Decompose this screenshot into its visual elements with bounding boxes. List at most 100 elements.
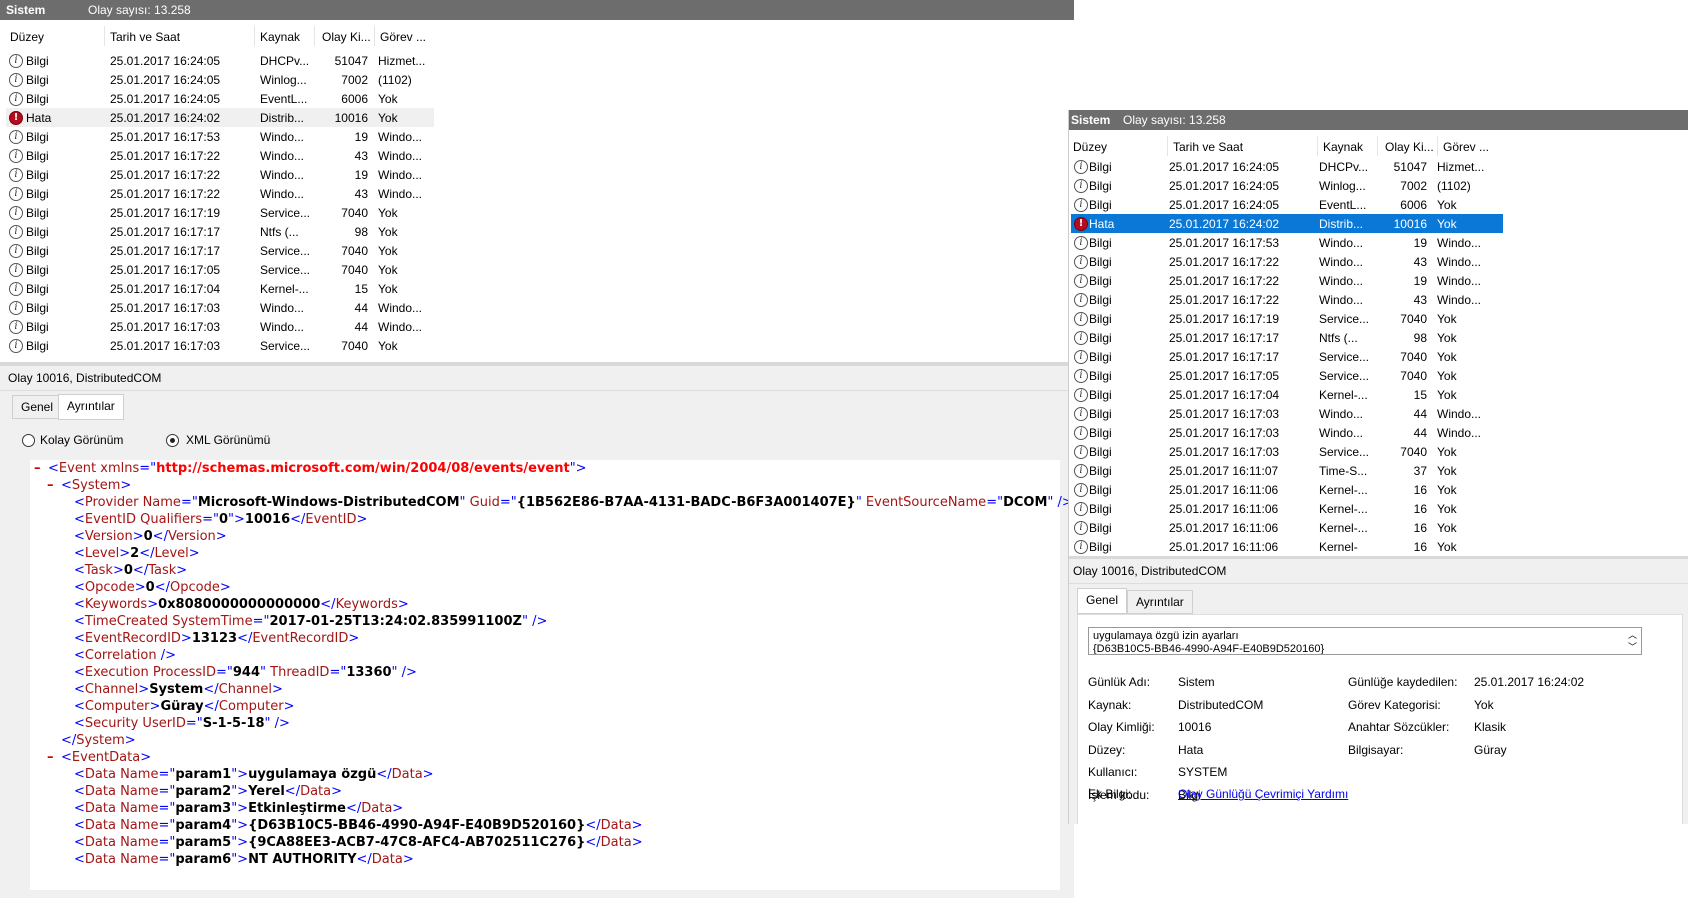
xml-view[interactable]: – <Event xmlns="http://schemas.microsoft.… — [30, 460, 1073, 890]
collapse-toggle[interactable]: – — [47, 477, 54, 494]
table-row[interactable]: i Bilgi 25.01.2017 16:17:17 Ntfs (... 98 Yok — [6, 222, 434, 241]
event-id-cell: 44 — [354, 320, 368, 334]
col-level[interactable]: Düzey — [10, 30, 44, 44]
description-box[interactable]: uygulamaya özgü izin ayarları {D63B10C5-… — [1088, 627, 1642, 655]
col-event-id[interactable]: Olay Ki... — [322, 30, 371, 44]
radio-easy-view[interactable] — [22, 434, 35, 447]
table-row[interactable]: i Bilgi 25.01.2017 16:17:05 Service... 7040 Y… — [1071, 366, 1503, 385]
table-row[interactable]: i Bilgi 25.01.2017 16:17:22 Windo... 43 Windo… — [6, 146, 434, 165]
table-row[interactable]: i Bilgi 25.01.2017 16:11:06 Kernel-... 16 Yok — [1071, 480, 1503, 499]
table-row[interactable]: i Bilgi 25.01.2017 16:17:22 Windo... 19 Windo… — [1071, 271, 1503, 290]
table-row[interactable]: i Bilgi 25.01.2017 16:17:03 Windo... 44 Windo… — [6, 317, 434, 336]
tab-general[interactable]: Genel — [12, 395, 63, 419]
table-row[interactable]: i Bilgi 25.01.2017 16:17:03 Service... 7040 Y… — [1071, 442, 1503, 461]
xml-token: > — [219, 580, 231, 595]
task-cell: Yok — [1437, 540, 1457, 554]
level-cell: Bilgi — [26, 149, 49, 163]
source-cell: Winlog... — [1319, 179, 1366, 193]
level-cell: Bilgi — [26, 339, 49, 353]
table-row[interactable]: ! Hata 25.01.2017 16:24:02 Distrib... 10016 Y… — [1071, 214, 1503, 233]
table-row[interactable]: i Bilgi 25.01.2017 16:17:19 Service... 7040 Y… — [6, 203, 434, 222]
task-cell: (1102) — [378, 73, 412, 87]
table-row[interactable]: i Bilgi 25.01.2017 16:17:22 Windo... 43 Windo… — [6, 184, 434, 203]
xml-token: Task — [148, 563, 177, 578]
xml-token: > — [140, 750, 152, 765]
tab-details[interactable]: Ayrıntılar — [58, 394, 124, 420]
xml-line: <Data Name="param1">uygulamaya özgü</Dat… — [74, 766, 434, 783]
table-row[interactable]: i Bilgi 25.01.2017 16:17:05 Service... 7040 Y… — [6, 260, 434, 279]
table-row[interactable]: i Bilgi 25.01.2017 16:24:05 EventL... 6006 Yo… — [1071, 195, 1503, 214]
event-id-cell: 44 — [1413, 407, 1427, 421]
info-icon: i — [9, 339, 23, 353]
tab-general[interactable]: Genel — [1077, 588, 1128, 614]
source-cell: Service... — [1319, 312, 1370, 326]
xml-line: </System> — [61, 732, 136, 749]
task-cell: Yok — [1437, 502, 1457, 516]
table-row[interactable]: i Bilgi 25.01.2017 16:17:22 Windo... 43 Windo… — [1071, 290, 1503, 309]
xml-token: < — [74, 665, 85, 680]
table-row[interactable]: i Bilgi 25.01.2017 16:11:06 Kernel- 16 Yok — [1071, 537, 1503, 556]
xml-token: </ — [284, 784, 301, 799]
field-label: Görev Kategorisi: — [1348, 697, 1441, 712]
xml-token: System — [149, 682, 204, 697]
source-cell: Windo... — [260, 149, 305, 163]
table-row[interactable]: i Bilgi 25.01.2017 16:17:17 Service... 7040 Y… — [1071, 347, 1503, 366]
xml-token: > — [631, 835, 643, 850]
event-id-cell: 98 — [354, 225, 368, 239]
table-row[interactable]: i Bilgi 25.01.2017 16:17:53 Windo... 19 Windo… — [6, 127, 434, 146]
table-row[interactable]: i Bilgi 25.01.2017 16:24:05 Winlog... 7002 (1… — [1071, 176, 1503, 195]
xml-line: <Level>2</Level> — [74, 545, 200, 562]
info-icon: i — [9, 168, 23, 182]
xml-token: > — [112, 563, 124, 578]
xml-token: > — [147, 597, 159, 612]
info-icon: i — [1074, 179, 1088, 193]
col-task[interactable]: Görev ... — [380, 30, 426, 44]
task-cell: Yok — [1437, 217, 1457, 231]
table-row[interactable]: i Bilgi 25.01.2017 16:17:04 Kernel-... 15 Yok — [1071, 385, 1503, 404]
xml-token: Name — [115, 852, 159, 867]
table-row[interactable]: i Bilgi 25.01.2017 16:17:03 Service... 7040 Y… — [6, 336, 434, 355]
table-row[interactable]: i Bilgi 25.01.2017 16:17:03 Windo... 44 Windo… — [1071, 423, 1503, 442]
table-row[interactable]: i Bilgi 25.01.2017 16:17:17 Ntfs (... 98 Yok — [1071, 328, 1503, 347]
table-row[interactable]: i Bilgi 25.01.2017 16:24:05 DHCPv... 51047 Hi… — [1071, 157, 1503, 176]
col-source[interactable]: Kaynak — [260, 30, 300, 44]
table-row[interactable]: i Bilgi 25.01.2017 16:17:17 Service... 7040 Y… — [6, 241, 434, 260]
xml-token: > — [397, 597, 409, 612]
table-row[interactable]: i Bilgi 25.01.2017 16:17:03 Windo... 44 Windo… — [1071, 404, 1503, 423]
scroll-down-icon[interactable]: ﹀ — [1628, 640, 1637, 653]
field-label: Olay Kimliği: — [1088, 720, 1155, 734]
table-row[interactable]: i Bilgi 25.01.2017 16:17:22 Windo... 43 Windo… — [1071, 252, 1503, 271]
collapse-toggle[interactable]: – — [34, 460, 41, 477]
xml-token: 0 — [123, 563, 133, 578]
table-row[interactable]: i Bilgi 25.01.2017 16:24:05 Winlog... 7002 (1… — [6, 70, 434, 89]
table-row[interactable]: i Bilgi 25.01.2017 16:17:53 Windo... 19 Windo… — [1071, 233, 1503, 252]
table-row[interactable]: i Bilgi 25.01.2017 16:17:22 Windo... 19 Windo… — [6, 165, 434, 184]
table-row[interactable]: i Bilgi 25.01.2017 16:17:04 Kernel-... 15 Yok — [6, 279, 434, 298]
xml-token: 10016 — [244, 512, 291, 527]
left-event-viewer: Sistem Olay sayısı: 13.258 Düzey Tarih v… — [0, 0, 1074, 898]
xml-token: < — [74, 835, 85, 850]
info-icon: i — [9, 73, 23, 87]
table-row[interactable]: i Bilgi 25.01.2017 16:24:05 DHCPv... 51047 Hi… — [6, 51, 434, 70]
xml-token: =" — [185, 716, 203, 731]
table-row[interactable]: i Bilgi 25.01.2017 16:17:19 Service... 7040 Y… — [1071, 309, 1503, 328]
task-cell: Windo... — [378, 320, 423, 334]
table-row[interactable]: i Bilgi 25.01.2017 16:24:05 EventL... 6006 Yo… — [6, 89, 434, 108]
tab-details[interactable]: Ayrıntılar — [1127, 590, 1193, 614]
date-cell: 25.01.2017 16:17:05 — [110, 263, 221, 277]
date-cell: 25.01.2017 16:17:03 — [1169, 407, 1280, 421]
radio-xml-view[interactable] — [166, 434, 179, 447]
table-row[interactable]: i Bilgi 25.01.2017 16:11:06 Kernel-... 16 Yok — [1071, 499, 1503, 518]
xml-token: < — [74, 767, 85, 782]
table-row[interactable]: i Bilgi 25.01.2017 16:17:03 Windo... 44 Windo… — [6, 298, 434, 317]
date-cell: 25.01.2017 16:17:03 — [110, 301, 221, 315]
level-cell: Bilgi — [26, 73, 49, 87]
xml-token: 2017-01-25T13:24:02.835991100Z — [269, 614, 522, 629]
table-row[interactable]: i Bilgi 25.01.2017 16:11:06 Kernel-... 16 Yok — [1071, 518, 1503, 537]
table-row[interactable]: ! Hata 25.01.2017 16:24:02 Distrib... 10016 Y… — [6, 108, 434, 127]
xml-token: < — [74, 784, 85, 799]
online-help-link[interactable]: Olay Günlüğü Çevrimiçi Yardımı — [1178, 787, 1348, 801]
collapse-toggle[interactable]: – — [47, 749, 54, 766]
col-date[interactable]: Tarih ve Saat — [110, 30, 180, 44]
table-row[interactable]: i Bilgi 25.01.2017 16:11:07 Time-S... 37 Yok — [1071, 461, 1503, 480]
